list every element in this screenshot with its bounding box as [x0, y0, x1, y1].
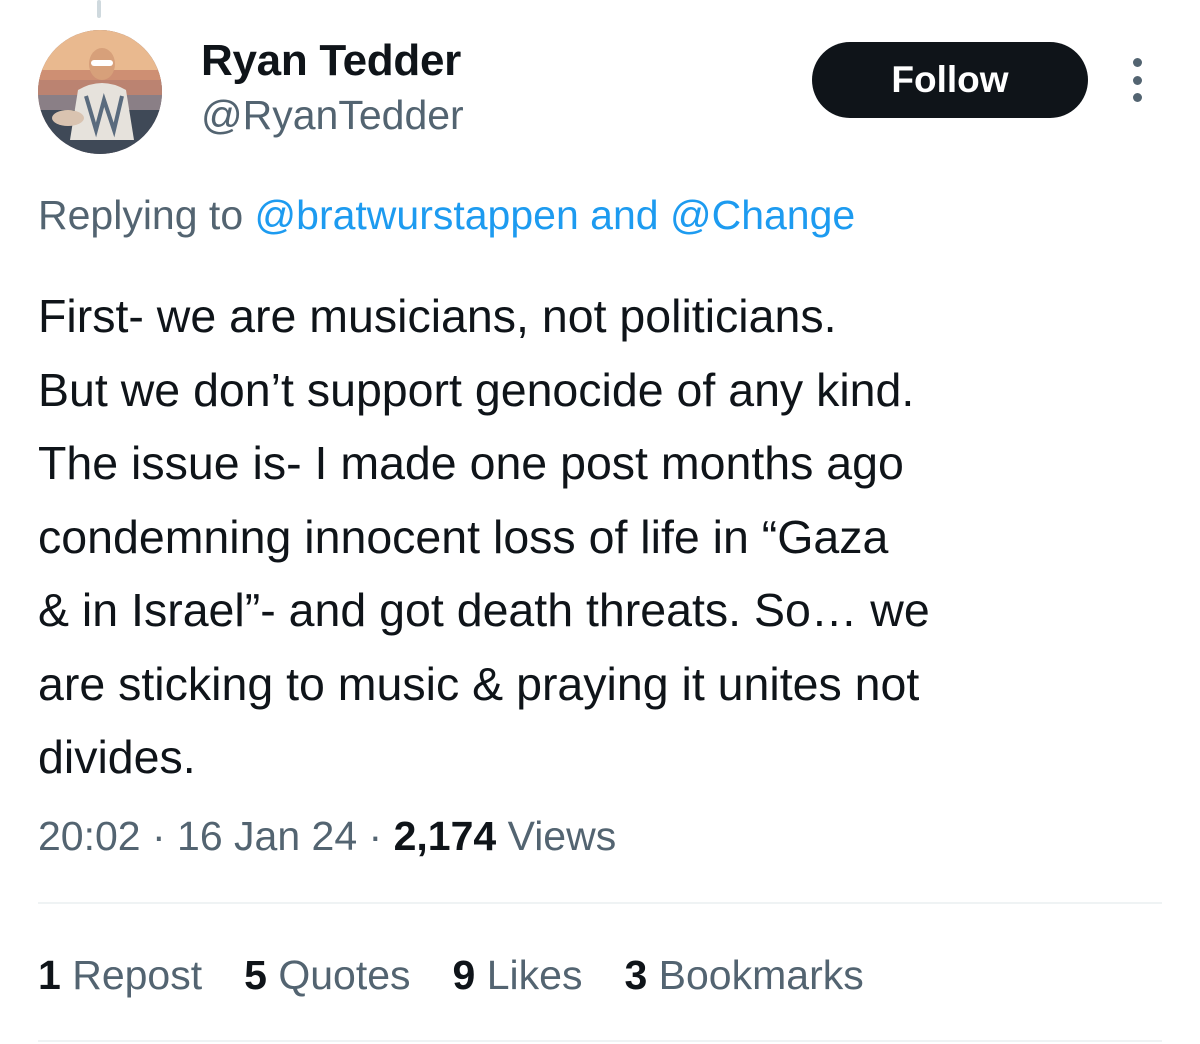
tweet-text-line: condemning innocent loss of life in “Gaz… — [38, 510, 889, 563]
more-dot — [1132, 93, 1142, 102]
tweet-text-line: The issue is- I made one post months ago — [38, 437, 904, 489]
tweet-meta: 20:02 · 16 Jan 24 · 2,174 Views — [38, 813, 616, 860]
mention-link-change[interactable]: @Change — [670, 192, 855, 238]
likes-label: Likes — [475, 952, 583, 998]
follow-button[interactable]: Follow — [812, 42, 1088, 118]
avatar-photo — [38, 30, 162, 154]
tweet-time[interactable]: 20:02 — [38, 813, 141, 859]
more-options-icon[interactable] — [1122, 58, 1152, 102]
mention-link-bratwurstappen[interactable]: @bratwurstappen — [255, 192, 579, 238]
reposts-count: 1 — [38, 952, 61, 998]
reply-prefix: Replying to — [38, 192, 255, 238]
reply-context: Replying to @bratwurstappen and @Change — [38, 192, 855, 239]
reposts-label: Repost — [60, 952, 203, 998]
tweet-date[interactable]: 16 Jan 24 — [177, 813, 357, 859]
meta-separator: · — [140, 813, 178, 859]
bookmarks-label: Bookmarks — [647, 952, 864, 998]
views-count: 2,174 — [393, 813, 497, 859]
more-dot — [1132, 75, 1142, 85]
views-label: Views — [496, 813, 617, 859]
author-name[interactable]: Ryan Tedder — [201, 36, 461, 86]
bookmarks-stat[interactable]: 3 Bookmarks — [624, 952, 863, 999]
tweet-text-line: First- we are musicians, not politicians… — [38, 290, 837, 342]
tweet-text-line: divides. — [38, 731, 196, 783]
reposts-stat[interactable]: 1 Repost — [38, 952, 202, 999]
quotes-count: 5 — [244, 952, 267, 998]
author-handle[interactable]: @RyanTedder — [201, 92, 464, 139]
likes-stat[interactable]: 9 Likes — [453, 952, 583, 999]
avatar[interactable] — [38, 30, 162, 154]
quotes-label: Quotes — [266, 952, 411, 998]
thread-connector-line — [97, 0, 101, 18]
engagement-stats: 1 Repost 5 Quotes 9 Likes 3 Bookmarks — [38, 952, 906, 999]
more-dot — [1132, 58, 1142, 67]
tweet-detail: Ryan Tedder @RyanTedder Follow Replying … — [0, 0, 1200, 1044]
bookmarks-count: 3 — [624, 952, 648, 998]
tweet-text: First- we are musicians, not politicians… — [38, 280, 1188, 795]
tweet-text-line: are sticking to music & praying it unite… — [38, 657, 920, 710]
reply-joiner[interactable]: and — [579, 192, 670, 238]
tweet-text-line: & in Israel”- and got death threats. So…… — [38, 584, 930, 636]
tweet-text-line: But we don’t support genocide of any kin… — [38, 363, 915, 416]
divider — [38, 902, 1162, 904]
meta-separator: · — [357, 813, 394, 859]
quotes-stat[interactable]: 5 Quotes — [244, 952, 410, 999]
likes-count: 9 — [452, 952, 476, 998]
divider — [38, 1040, 1162, 1042]
